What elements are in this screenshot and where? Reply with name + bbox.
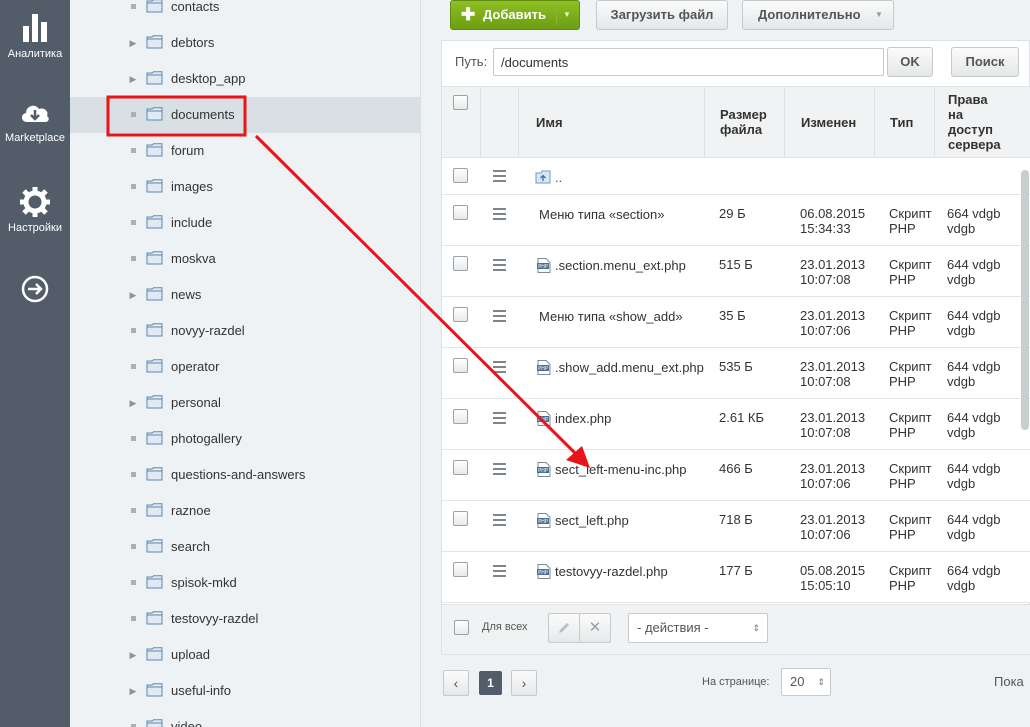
highlight-box — [106, 95, 247, 137]
annotation-arrow-line — [254, 134, 580, 458]
annotation-overlay — [106, 95, 590, 468]
